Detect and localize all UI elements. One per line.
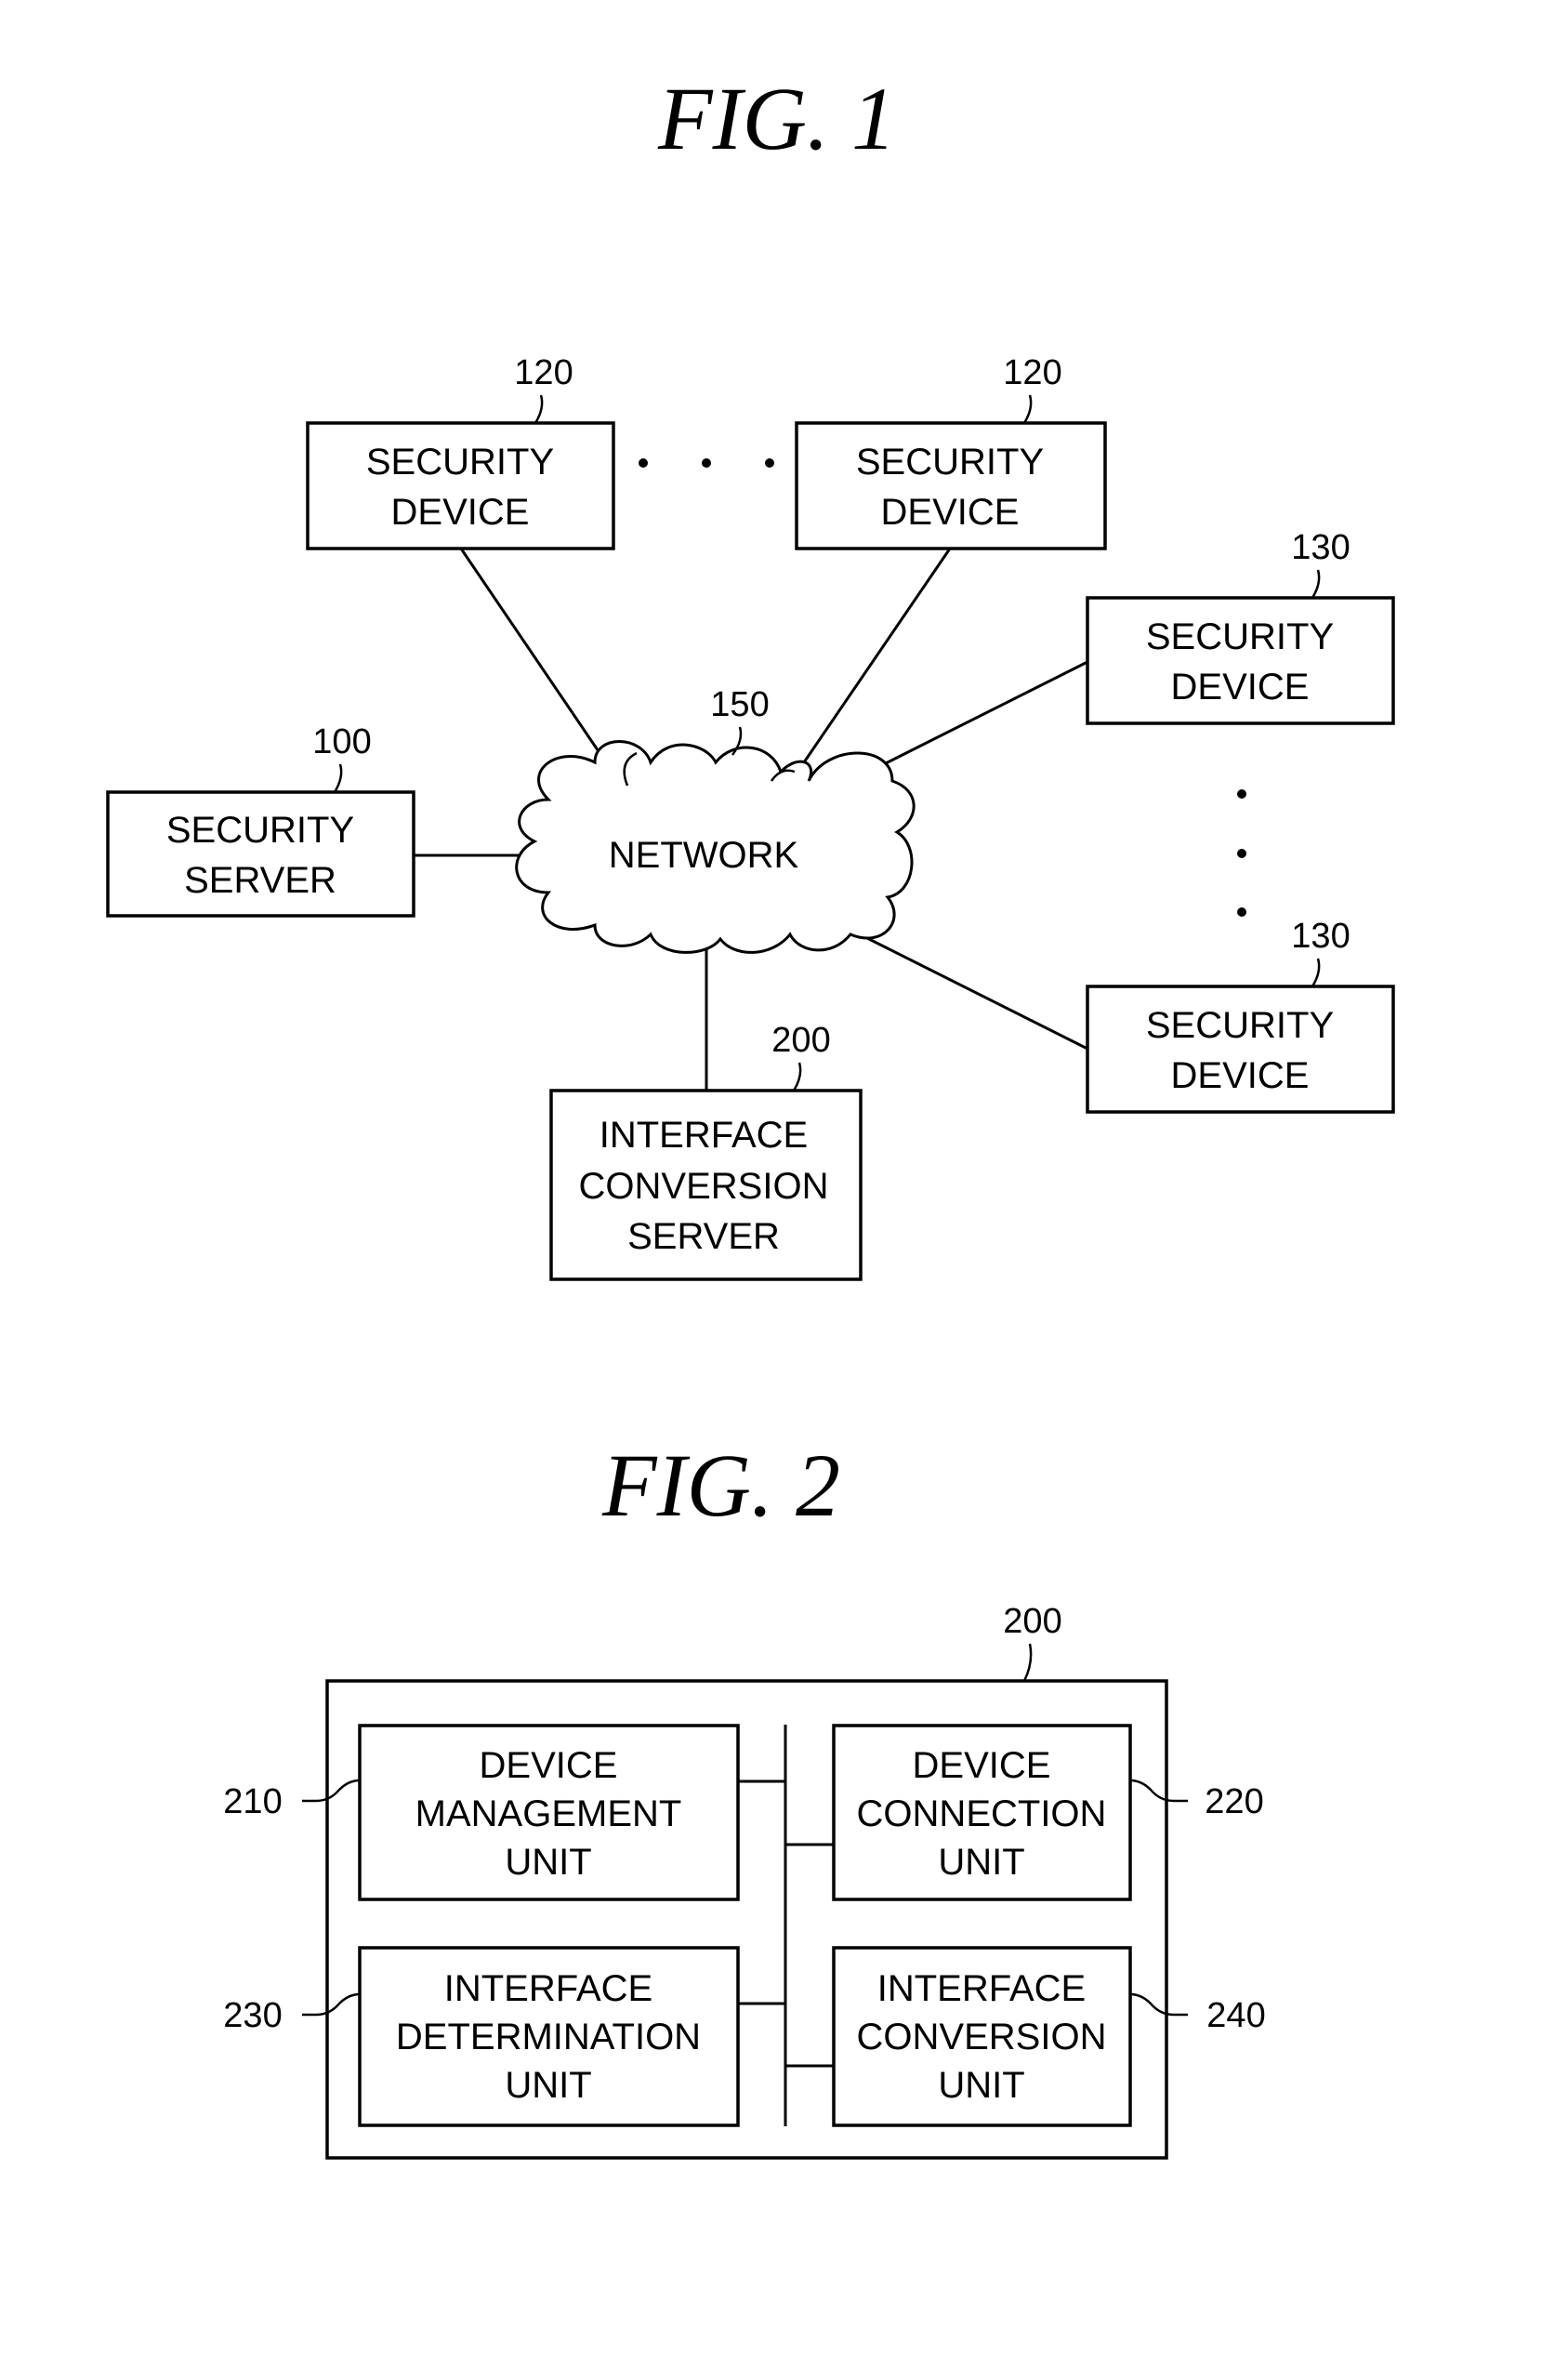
ellipsis-dot <box>1237 849 1246 858</box>
link-120b-network <box>802 548 952 763</box>
leader-line <box>1022 1643 1033 1682</box>
reference-numeral: 200 <box>1003 1602 1061 1641</box>
network-label: NETWORK <box>609 835 799 876</box>
unit-label-line: CONVERSION <box>857 2017 1107 2057</box>
node-label-line: SECURITY <box>856 442 1044 483</box>
ellipsis-dot <box>765 458 774 468</box>
security-device-120b: SECURITY DEVICE 120 <box>795 353 1107 550</box>
reference-numeral: 130 <box>1291 528 1350 567</box>
device-connection-unit-220: DEVICE CONNECTION UNIT 220 <box>832 1724 1264 1901</box>
link-130a-network <box>877 660 1088 769</box>
reference-numeral: 120 <box>514 353 573 392</box>
node-label-line: DEVICE <box>1171 1055 1310 1096</box>
unit-label-line: INTERFACE <box>877 1968 1086 2009</box>
reference-numeral: 150 <box>710 685 769 724</box>
figure-2: FIG. 2 200 DEVICE MANAGEMENT UNIT 210 DE… <box>223 1435 1266 2160</box>
unit-label-line: DEVICE <box>480 1745 618 1786</box>
unit-label-line: DEVICE <box>913 1745 1051 1786</box>
node-label-line: INTERFACE <box>600 1115 808 1156</box>
unit-label-line: UNIT <box>505 1842 591 1883</box>
reference-numeral: 230 <box>223 1996 282 2035</box>
interface-determination-unit-230: INTERFACE DETERMINATION UNIT 230 <box>223 1946 740 2127</box>
reference-numeral: 240 <box>1206 1996 1265 2035</box>
unit-label-line: INTERFACE <box>444 1968 652 2009</box>
interface-conversion-unit-240: INTERFACE CONVERSION UNIT 240 <box>832 1946 1266 2127</box>
reference-numeral: 120 <box>1003 353 1061 392</box>
figure-1-title: FIG. 1 <box>657 69 896 168</box>
ellipsis-vertical <box>1237 789 1246 917</box>
unit-label-line: UNIT <box>938 2065 1024 2106</box>
security-server-100: SECURITY SERVER 100 <box>106 722 415 918</box>
node-label-line: SECURITY <box>1146 616 1334 657</box>
leader-line <box>1311 569 1321 599</box>
link-130b-network <box>850 928 1088 1051</box>
node-label-line: DEVICE <box>391 492 530 533</box>
unit-label-line: DETERMINATION <box>396 2017 701 2057</box>
reference-numeral: 100 <box>312 722 371 761</box>
patent-drawing-sheet: FIG. 1 SECURITY DEVICE 120 SECURITY DEVI… <box>106 69 1395 2160</box>
leader-line <box>333 763 343 793</box>
leader-line <box>792 1062 802 1091</box>
leader-line <box>1022 394 1033 424</box>
reference-numeral: 210 <box>223 1782 282 1821</box>
ellipsis-dot <box>639 458 648 468</box>
node-label-line: SECURITY <box>366 442 554 483</box>
node-label-line: DEVICE <box>881 492 1020 533</box>
unit-label-line: UNIT <box>938 1842 1024 1883</box>
network-cloud-150: NETWORK 150 <box>515 685 916 954</box>
ellipsis-dot <box>702 458 711 468</box>
node-label-line: SECURITY <box>166 810 354 851</box>
reference-numeral: 130 <box>1291 917 1350 956</box>
node-label-line: DEVICE <box>1171 667 1310 708</box>
figure-2-title: FIG. 2 <box>601 1435 840 1535</box>
link-120a-network <box>459 548 608 763</box>
security-device-130b: SECURITY DEVICE 130 <box>1086 917 1395 1114</box>
node-label-line: CONVERSION <box>579 1166 829 1207</box>
security-device-130a: SECURITY DEVICE 130 <box>1086 528 1395 725</box>
node-label-line: SECURITY <box>1146 1005 1334 1046</box>
figure-1: FIG. 1 SECURITY DEVICE 120 SECURITY DEVI… <box>106 69 1395 1281</box>
node-label-line: SERVER <box>627 1216 780 1257</box>
node-label-line: SERVER <box>184 860 336 901</box>
security-device-120a: SECURITY DEVICE 120 <box>306 353 615 550</box>
device-management-unit-210: DEVICE MANAGEMENT UNIT 210 <box>223 1724 740 1901</box>
reference-numeral: 220 <box>1205 1782 1263 1821</box>
unit-label-line: CONNECTION <box>857 1793 1107 1834</box>
reference-numeral: 200 <box>771 1021 830 1060</box>
leader-line <box>534 394 544 424</box>
unit-label-line: UNIT <box>505 2065 591 2106</box>
leader-line <box>1311 958 1321 987</box>
ellipsis-dot <box>1237 907 1246 917</box>
ellipsis-horizontal <box>639 458 774 468</box>
ellipsis-dot <box>1237 789 1246 799</box>
unit-label-line: MANAGEMENT <box>415 1793 682 1834</box>
